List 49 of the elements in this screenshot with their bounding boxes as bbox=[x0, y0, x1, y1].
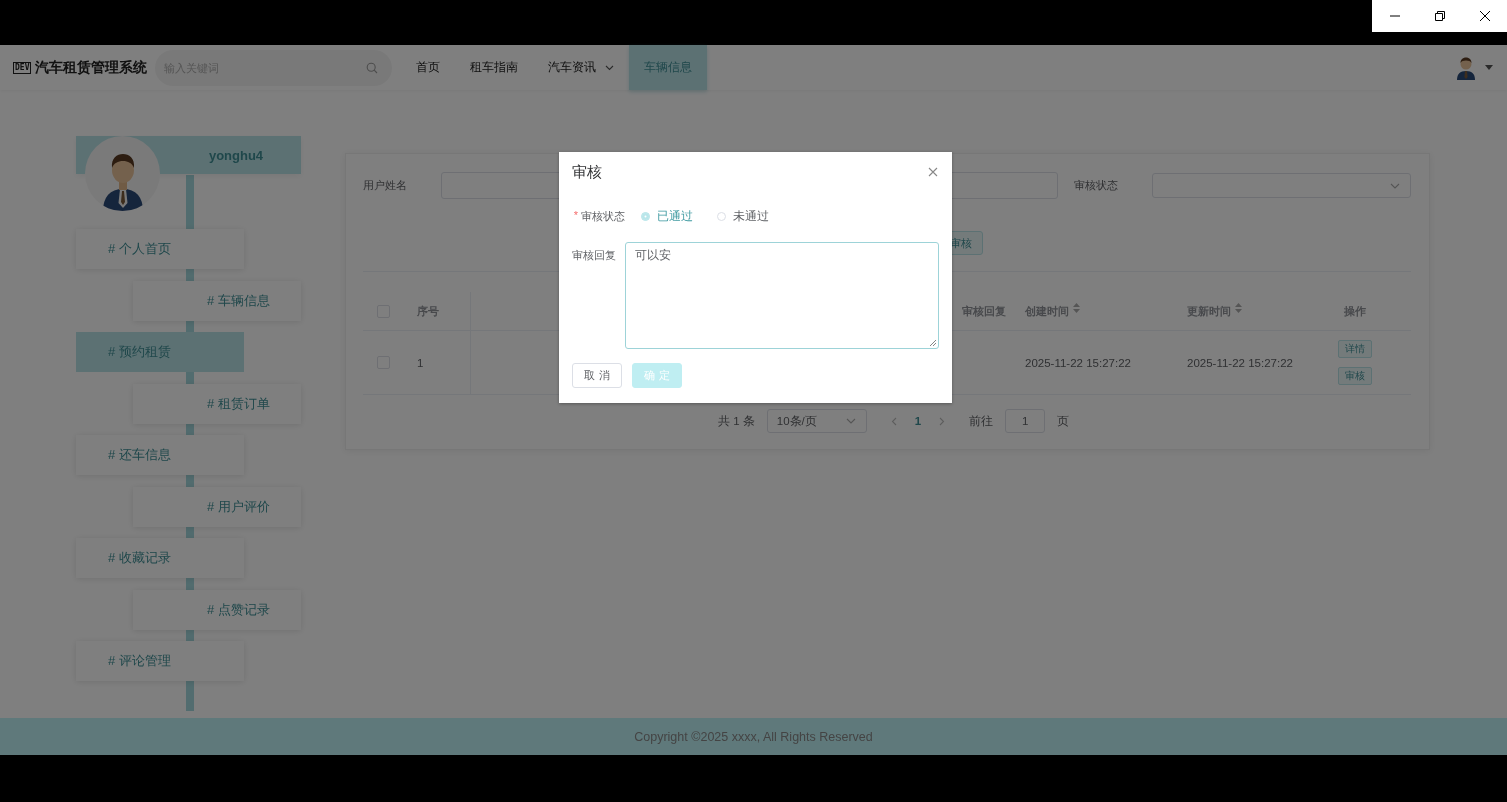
field-label: 审核状态 bbox=[581, 209, 625, 224]
username: yonghu4 bbox=[208, 147, 264, 163]
chevron-down-icon bbox=[1390, 182, 1400, 189]
table-cell: 1 bbox=[417, 356, 424, 369]
previous-page-icon[interactable] bbox=[890, 416, 897, 426]
sort-icon[interactable] bbox=[1073, 303, 1080, 313]
required-mark: * bbox=[573, 209, 578, 223]
restore-icon[interactable] bbox=[1433, 10, 1446, 22]
nav-item[interactable]: 汽车资讯 bbox=[533, 45, 630, 90]
table-cell: 2025-11-22 15:27:22 bbox=[1025, 356, 1131, 369]
reply-textarea[interactable]: 可以安 bbox=[624, 242, 939, 349]
sidebar-item[interactable]: # 用户评价 bbox=[133, 486, 301, 527]
logo-badge: DEV bbox=[13, 61, 32, 74]
sidebar-item[interactable]: # 个人首页 bbox=[76, 229, 244, 269]
radio-option[interactable]: 未通过 bbox=[717, 209, 769, 224]
page-input[interactable]: 1 bbox=[1005, 409, 1046, 433]
resize-handle-icon[interactable] bbox=[929, 339, 936, 346]
nav-item[interactable]: 租车指南 bbox=[455, 45, 534, 90]
caret-icon[interactable] bbox=[1485, 65, 1493, 70]
page-number[interactable]: 1 bbox=[914, 415, 922, 427]
sidebar-item[interactable]: # 收藏记录 bbox=[76, 538, 244, 578]
total-count: 共 1 条 bbox=[718, 413, 755, 429]
filter-label: 用户姓名 bbox=[363, 178, 408, 193]
dialog-title: 审核 bbox=[572, 162, 602, 182]
nav-item[interactable]: 首页 bbox=[401, 45, 456, 90]
avatar-icon[interactable] bbox=[1455, 55, 1477, 80]
row-action-button[interactable]: 审核 bbox=[1338, 367, 1372, 385]
close-icon[interactable] bbox=[1478, 10, 1491, 22]
sidebar-item[interactable]: # 评论管理 bbox=[76, 641, 244, 681]
select-field[interactable] bbox=[1152, 173, 1411, 198]
sidebar-item[interactable]: # 车辆信息 bbox=[133, 280, 301, 321]
sort-icon[interactable] bbox=[1235, 303, 1242, 313]
row-action-button[interactable]: 详情 bbox=[1338, 340, 1372, 358]
table-cell: 2025-11-22 15:27:22 bbox=[1187, 356, 1293, 369]
search-icon[interactable] bbox=[366, 61, 379, 74]
field-label: 审核回复 bbox=[572, 248, 616, 263]
dialog-button[interactable]: 取 消 bbox=[572, 363, 622, 388]
radio-option[interactable]: 已通过 bbox=[641, 209, 693, 224]
sidebar-item[interactable]: # 预约租赁 bbox=[76, 332, 244, 372]
sidebar-item[interactable]: # 还车信息 bbox=[76, 435, 244, 475]
page-size-select[interactable]: 10条/页 bbox=[766, 409, 867, 433]
page-suffix: 页 bbox=[1057, 413, 1070, 429]
sidebar-item[interactable]: # 租赁订单 bbox=[133, 383, 301, 424]
site-title: 汽车租赁管理系统 bbox=[35, 58, 148, 77]
next-page-icon[interactable] bbox=[939, 416, 946, 426]
filter-label: 审核状态 bbox=[1074, 178, 1120, 193]
chevron-down-icon bbox=[845, 418, 856, 424]
goto-label: 前往 bbox=[969, 413, 994, 429]
sidebar-item[interactable]: # 点赞记录 bbox=[133, 589, 301, 630]
